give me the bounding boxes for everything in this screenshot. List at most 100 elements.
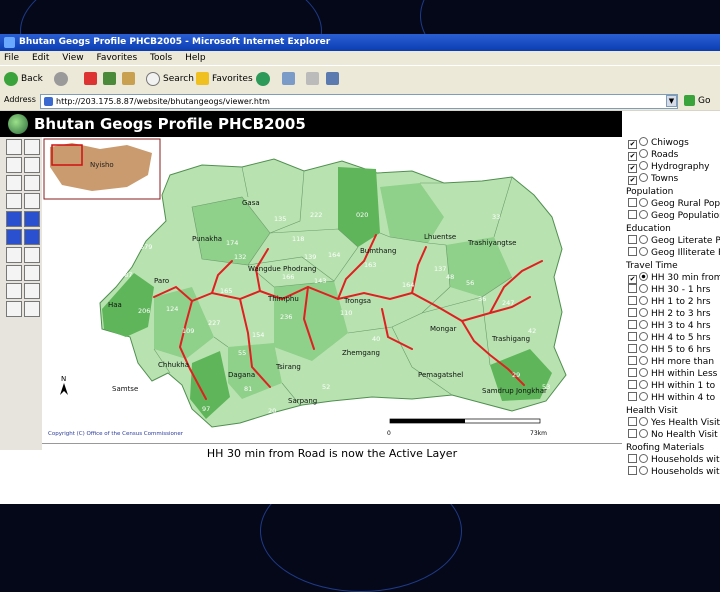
layer-row-active[interactable]: ✔ HH 30 min from Road [622,272,720,284]
clear-selection-tool[interactable] [6,301,22,317]
layer-radio[interactable] [639,272,648,281]
buffer-tool[interactable] [24,283,40,299]
layer-checkbox[interactable]: ✔ [628,152,637,161]
layer-row[interactable]: HH 30 - 1 hrs [622,284,711,296]
search-button[interactable]: Search [146,71,194,87]
layer-row[interactable]: Geog Illiterate Pop [622,247,720,259]
pan-east-tool[interactable] [24,229,40,245]
layer-row[interactable]: Households with [622,466,720,478]
print-map-tool[interactable] [24,301,40,317]
layer-checkbox[interactable]: ✔ [628,164,637,173]
measure-tool[interactable] [6,265,22,281]
home-button[interactable] [122,71,138,87]
layer-checkbox[interactable] [628,284,637,293]
layer-row[interactable]: HH more than [622,356,714,368]
layer-radio[interactable] [639,247,648,256]
layer-row[interactable]: Households with [622,454,720,466]
layer-row[interactable]: HH 4 to 5 hrs [622,332,711,344]
full-extent-tool[interactable] [6,175,22,191]
layer-radio[interactable] [639,210,648,219]
forward-button[interactable] [54,71,71,87]
menu-help[interactable]: Help [185,53,206,63]
layer-radio[interactable] [639,417,648,426]
toggle-legend-tool[interactable] [6,139,22,155]
layer-row[interactable]: ✔ Roads [622,149,678,161]
layer-radio[interactable] [639,149,648,158]
favorites-button[interactable]: Favorites [196,71,253,87]
layer-row[interactable]: HH within 1 to [622,380,715,392]
layer-radio[interactable] [639,308,648,317]
layer-radio[interactable] [639,392,648,401]
layer-row[interactable]: Geog Population [622,210,720,222]
layer-radio[interactable] [639,368,648,377]
layer-checkbox[interactable] [628,368,637,377]
menu-edit[interactable]: Edit [32,53,49,63]
layer-checkbox[interactable] [628,454,637,463]
binoculars-icon[interactable] [6,247,22,263]
menu-file[interactable]: File [4,53,19,63]
layer-radio[interactable] [639,137,648,146]
layer-checkbox[interactable] [628,296,637,305]
layer-row[interactable]: HH 1 to 2 hrs [622,296,711,308]
refresh-button[interactable] [103,71,119,87]
layer-row[interactable]: ✔ Hydrography [622,161,710,173]
go-button[interactable]: Go [684,94,710,108]
layer-radio[interactable] [639,332,648,341]
back-button[interactable]: Back [4,71,43,87]
stop-button[interactable] [84,71,100,87]
map-canvas[interactable]: Nyisho N Copyright (C) Office of the Cen… [42,137,622,443]
layer-row[interactable]: ✔ Chiwogs [622,137,689,149]
address-dropdown-button[interactable]: ▼ [666,95,677,107]
layer-radio[interactable] [639,344,648,353]
edit-button[interactable] [326,71,342,87]
layer-row[interactable]: HH within Less [622,368,717,380]
history-button[interactable] [256,71,273,87]
layer-checkbox[interactable] [628,429,637,438]
layer-checkbox[interactable] [628,356,637,365]
layer-checkbox[interactable] [628,380,637,389]
layer-radio[interactable] [639,284,648,293]
layer-checkbox[interactable]: ✔ [628,140,637,149]
toggle-overview-tool[interactable] [6,157,22,173]
layer-radio[interactable] [639,161,648,170]
layer-checkbox[interactable]: ✔ [628,275,637,284]
layer-radio[interactable] [639,235,648,244]
layer-row[interactable]: Yes Health Visit [622,417,720,429]
layer-checkbox[interactable] [628,198,637,207]
layer-checkbox[interactable] [628,392,637,401]
layer-row[interactable]: No Health Visit [622,429,718,441]
zoom-out-tool[interactable] [24,157,40,173]
zoom-in-tool[interactable] [24,139,40,155]
layer-radio[interactable] [639,356,648,365]
layer-checkbox[interactable]: ✔ [628,176,637,185]
select-tool[interactable] [6,283,22,299]
pan-south-tool[interactable] [24,211,40,227]
layer-row[interactable]: HH 3 to 4 hrs [622,320,711,332]
layer-radio[interactable] [639,429,648,438]
layer-radio[interactable] [639,296,648,305]
layer-checkbox[interactable] [628,320,637,329]
back-extent-tool[interactable] [6,193,22,209]
bhutan-map[interactable]: Nyisho N Copyright (C) Office of the Cen… [42,137,622,443]
mail-button[interactable] [282,71,298,87]
layer-checkbox[interactable] [628,466,637,475]
menu-tools[interactable]: Tools [150,53,172,63]
layer-radio[interactable] [639,380,648,389]
layer-checkbox[interactable] [628,210,637,219]
zoom-active-tool[interactable] [24,175,40,191]
layer-row[interactable]: HH within 4 to [622,392,715,404]
layer-row[interactable]: ✔ Towns [622,173,678,185]
layer-radio[interactable] [639,173,648,182]
pan-hand-tool[interactable] [24,193,40,209]
layer-checkbox[interactable] [628,332,637,341]
layer-radio[interactable] [639,320,648,329]
menu-favorites[interactable]: Favorites [96,53,137,63]
layer-checkbox[interactable] [628,235,637,244]
menu-view[interactable]: View [62,53,83,63]
layer-checkbox[interactable] [628,308,637,317]
layer-row[interactable]: Geog Literate Pop [622,235,720,247]
pan-north-tool[interactable] [6,211,22,227]
layer-row[interactable]: Geog Rural Pop [622,198,720,210]
query-tool[interactable] [24,265,40,281]
layer-row[interactable]: HH 5 to 6 hrs [622,344,711,356]
